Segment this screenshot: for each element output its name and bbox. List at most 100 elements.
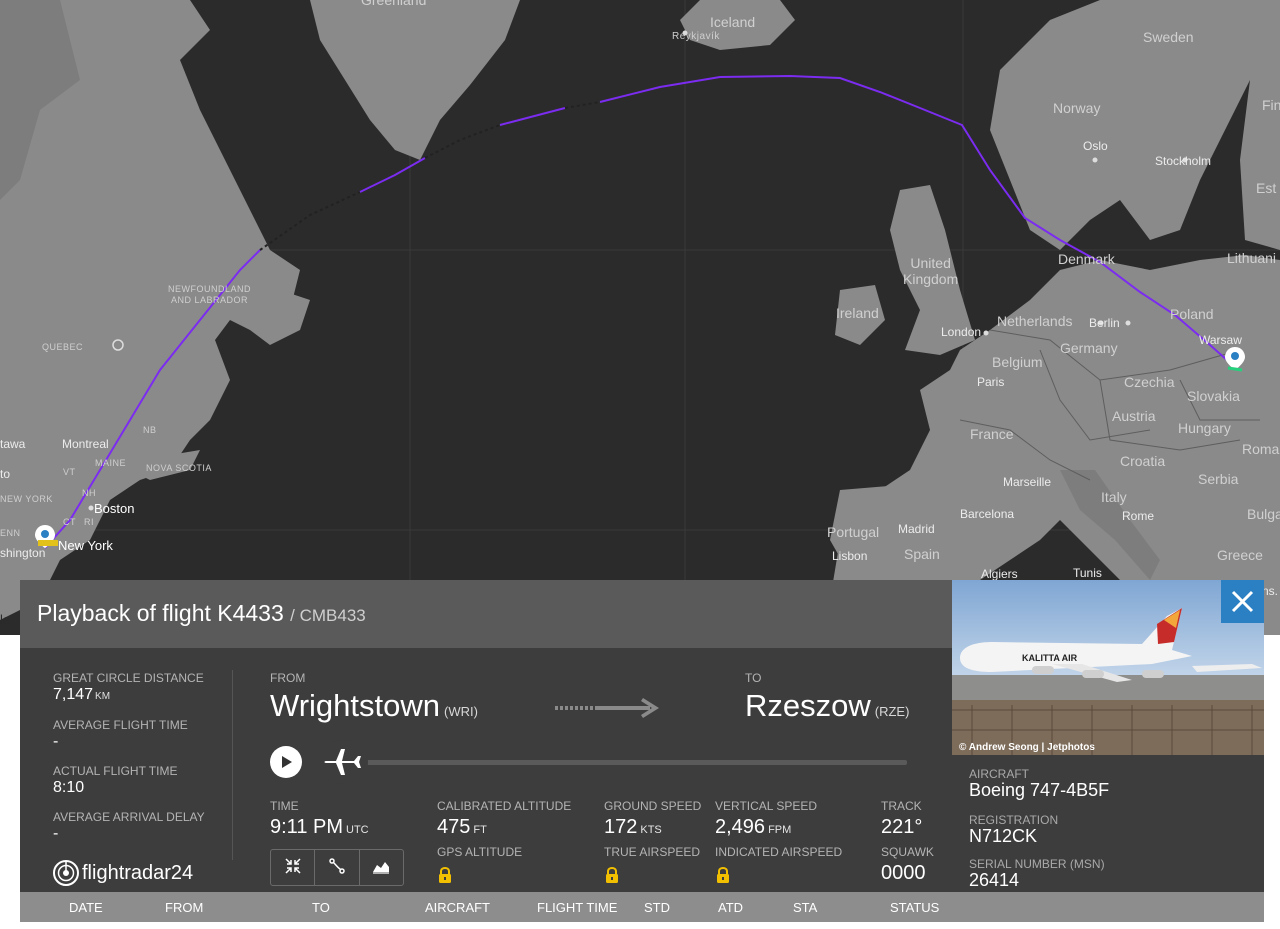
close-icon: [1231, 590, 1254, 613]
map-label-penn: ENN: [0, 528, 21, 538]
map-label-marseille: Marseille: [1003, 475, 1052, 489]
map-label-netherlands: Netherlands: [997, 313, 1073, 329]
map-label-oslo: Oslo: [1083, 139, 1108, 153]
photo-credit[interactable]: © Andrew Seong | Jetphotos: [959, 742, 1095, 753]
vertical-speed-label: VERTICAL SPEED: [715, 799, 818, 813]
map-label-new-york-state: NEW YORK: [0, 494, 53, 504]
origin-city: Wrightstown (WRI): [270, 688, 478, 723]
close-button[interactable]: [1221, 580, 1264, 623]
map-label-rome: Rome: [1122, 509, 1155, 523]
map-label-warsaw: Warsaw: [1199, 333, 1242, 347]
map-label-united-kingdom: United Kingdom: [903, 255, 959, 287]
map-label-hungary: Hungary: [1178, 420, 1231, 436]
map-canvas[interactable]: [0, 0, 1280, 635]
playback-timeline[interactable]: [350, 760, 907, 765]
serial-number-value: 26414: [969, 870, 1020, 890]
track-label: TRACK: [881, 799, 922, 813]
from-label: FROM: [270, 671, 306, 685]
map-label-bulgaria: Bulga: [1247, 506, 1280, 522]
ground-speed-value: 172 KTS: [604, 816, 662, 838]
play-button[interactable]: [270, 746, 302, 778]
map-label-ireland: Ireland: [836, 305, 879, 321]
map-label-boston: Boston: [94, 501, 135, 516]
collapse-view-button[interactable]: [271, 850, 316, 885]
map-label-paris: Paris: [977, 375, 1005, 389]
map-label-barcelona: Barcelona: [960, 507, 1015, 521]
map-label-estonia: Est: [1256, 180, 1277, 196]
map-label-to-partial: to: [0, 467, 11, 481]
flight-history-table-header: DATE FROM TO AIRCRAFT FLIGHT TIME STD AT…: [20, 892, 1264, 922]
map-label-iceland: Iceland: [710, 14, 756, 30]
distance-label: GREAT CIRCLE DISTANCE: [53, 671, 204, 685]
map-label-denmark: Denmark: [1058, 251, 1115, 267]
ground-speed-label: GROUND SPEED: [604, 799, 702, 813]
graph-view-button[interactable]: [360, 850, 403, 885]
map-label-montreal: Montreal: [62, 437, 109, 451]
route-icon: [329, 858, 345, 874]
time-label: TIME: [270, 799, 299, 813]
aircraft-photo-image: KALITTA AIR: [952, 580, 1264, 755]
column-header-status[interactable]: STATUS: [890, 900, 939, 915]
registration-value[interactable]: N712CK: [969, 826, 1037, 847]
aircraft-value[interactable]: Boeing 747-4B5F: [969, 780, 1109, 801]
logo-text: flightradar24: [82, 861, 194, 884]
avg-flight-time-label: AVERAGE FLIGHT TIME: [53, 718, 188, 732]
map-view[interactable]: Greenland Iceland Reykjavík Sweden Norwa…: [0, 0, 1280, 635]
map-label-newfoundland: NEWFOUNDLAND AND LABRADOR: [168, 284, 252, 305]
distance-value: 7,147 KM: [53, 686, 111, 703]
column-header-std[interactable]: STD: [644, 900, 670, 915]
panel-title: Playback of flight K4433 / CMB433: [37, 600, 366, 627]
route-arrow-icon: [555, 698, 659, 718]
map-label-washington: shington: [0, 546, 46, 560]
map-label-maine: MAINE: [95, 458, 127, 468]
radar-logo-icon: [53, 860, 79, 886]
map-label-lithuania: Lithuani: [1227, 250, 1277, 266]
map-label-vt: VT: [63, 467, 76, 477]
calibrated-altitude-value: 475 FT: [437, 816, 487, 838]
column-header-atd[interactable]: ATD: [718, 900, 743, 915]
squawk-label: SQUAWK: [881, 845, 934, 859]
lock-icon: [439, 867, 451, 883]
column-header-from[interactable]: FROM: [165, 900, 203, 915]
flightradar24-logo[interactable]: flightradar24: [53, 859, 193, 887]
registration-label: REGISTRATION: [969, 813, 1059, 827]
map-label-spain: Spain: [904, 546, 940, 562]
map-label-czechia: Czechia: [1124, 374, 1175, 390]
map-label-poland: Poland: [1170, 306, 1214, 322]
column-header-date[interactable]: DATE: [69, 900, 103, 915]
vertical-speed-value: 2,496 FPM: [715, 816, 792, 838]
map-label-belgium: Belgium: [992, 354, 1043, 370]
map-label-ri: RI: [84, 517, 94, 527]
true-airspeed-label: TRUE AIRSPEED: [604, 845, 701, 859]
map-label-nh: NH: [82, 488, 96, 498]
route-view-button[interactable]: [315, 850, 360, 885]
map-label-ct: CT: [63, 517, 76, 527]
playback-panel: Playback of flight K4433 / CMB433 GREAT …: [20, 580, 1264, 922]
column-header-flight-time[interactable]: FLIGHT TIME: [537, 900, 617, 915]
map-label-greenland: Greenland: [361, 0, 427, 8]
map-label-austria: Austria: [1112, 408, 1156, 424]
map-label-serbia: Serbia: [1198, 471, 1239, 487]
livery-text: KALITTA AIR: [1022, 653, 1078, 663]
play-icon: [282, 756, 292, 768]
time-value: 9:11 PM UTC: [270, 816, 369, 838]
aircraft-label: AIRCRAFT: [969, 767, 1029, 781]
map-label-sweden: Sweden: [1143, 29, 1194, 45]
aircraft-photo[interactable]: KALITTA AIR © Andrew Seong | Jetphotos: [952, 580, 1264, 755]
column-header-aircraft[interactable]: AIRCRAFT: [425, 900, 490, 915]
map-label-slovakia: Slovakia: [1187, 388, 1240, 404]
map-label-ns-partial: ns.: [1262, 584, 1279, 598]
map-label-stockholm: Stockholm: [1155, 154, 1212, 168]
map-label-google: le: [0, 612, 11, 627]
flightradar-playback-screen: Greenland Iceland Reykjavík Sweden Norwa…: [0, 0, 1280, 929]
collapse-arrows-icon: [285, 858, 301, 874]
column-header-sta[interactable]: STA: [793, 900, 817, 915]
column-header-to[interactable]: TO: [312, 900, 330, 915]
map-label-madrid: Madrid: [898, 522, 935, 536]
indicated-airspeed-label: INDICATED AIRSPEED: [715, 845, 843, 859]
map-label-italy: Italy: [1101, 489, 1127, 505]
track-value: 221°: [881, 816, 923, 838]
map-label-finland: Fin: [1262, 97, 1280, 113]
timeline-thumb[interactable]: [318, 740, 368, 784]
actual-flight-time-value: 8:10: [53, 779, 85, 796]
